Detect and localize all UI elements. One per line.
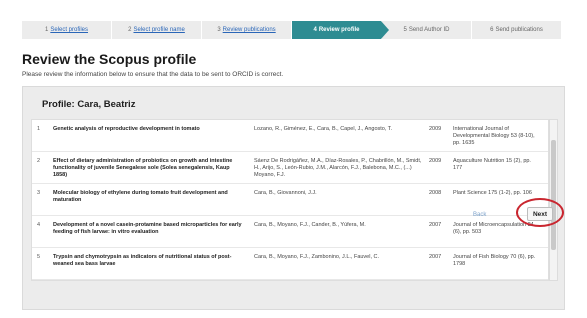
publication-index: 3 [37,190,41,196]
page-title: Review the Scopus profile [22,51,197,67]
panel-header: Profile: Cara, Beatriz [23,87,564,119]
publication-journal: Journal of Fish Biology 70 (6), pp. 1798 [453,254,536,267]
step-label: Review profile [318,27,360,33]
publication-index: 5 [37,254,41,260]
profile-heading: Profile: Cara, Beatriz [42,99,136,110]
step-label: Send publications [495,27,543,33]
step-link[interactable]: Review publications [223,27,276,33]
publication-journal: Plant Science 175 (1-2), pp. 106 [453,190,532,196]
publication-authors: Lozano, R., Giménez, E., Cara, B., Capel… [254,126,393,132]
next-button[interactable]: Next [527,207,553,221]
publication-journal: International Journal of Developmental B… [453,126,535,146]
page-subtitle: Please review the information below to e… [22,71,284,78]
step-select-profile-name[interactable]: 2 Select profile name [112,21,202,39]
step-number: 2 [128,27,132,33]
publication-index: 2 [37,158,41,164]
publication-row: 2 Effect of dietary administration of pr… [32,152,548,184]
publication-index: 1 [37,126,41,132]
publication-year: 2009 [429,126,442,132]
step-link[interactable]: Select profiles [50,27,88,33]
step-number: 4 [313,27,317,33]
step-review-publications[interactable]: 3 Review publications [202,21,292,39]
publication-authors: Cara, B., Moyano, F.J., Zambonino, J.L.,… [254,254,380,260]
step-number: 6 [490,27,494,33]
publication-list-scrollbar[interactable] [549,119,558,281]
publication-row: 5 Trypsin and chymotrypsin as indicators… [32,248,548,280]
publication-journal: Journal of Microencapsulation 24 (6), pp… [453,222,534,235]
step-review-profile: 4 Review profile [292,21,389,39]
publication-list: 1 Genetic analysis of reproductive devel… [31,119,549,281]
publication-journal: Aquaculture Nutrition 15 (2), pp. 177 [453,158,531,171]
step-label: Send Author ID [408,27,450,33]
step-number: 5 [403,27,407,33]
publication-year: 2009 [429,158,442,164]
step-send-publications: 6 Send publications [472,21,562,39]
publication-title: Genetic analysis of reproductive develop… [53,126,200,132]
publication-authors: Sáenz De Rodrigáñez, M.A., Díaz-Rosales,… [254,158,422,178]
wizard-steps: 1 Select profiles 2 Select profile name … [22,21,562,39]
back-link[interactable]: Back [473,212,486,218]
publication-authors: Cara, B., Moyano, F.J., Cander, B., Yúfe… [254,222,366,228]
step-send-author-id: 5 Send Author ID [382,21,472,39]
publication-year: 2007 [429,254,442,260]
publication-row: 3 Molecular biology of ethylene during t… [32,184,548,216]
publication-year: 2008 [429,190,442,196]
publication-authors: Cara, B., Giovannoni, J.J. [254,190,317,196]
publication-row: 1 Genetic analysis of reproductive devel… [32,120,548,152]
publication-row: 4 Development of a novel casein-protamin… [32,216,548,248]
publication-title: Effect of dietary administration of prob… [53,158,233,178]
publication-title: Development of a novel casein-protamine … [53,222,242,235]
scrollbar-thumb[interactable] [551,140,556,250]
step-link[interactable]: Select profile name [133,27,184,33]
step-number: 1 [44,27,49,33]
step-number: 3 [217,27,221,33]
publication-title: Molecular biology of ethylene during tom… [53,190,228,203]
profile-panel: Profile: Cara, Beatriz 1 Genetic analysi… [22,86,565,310]
publication-index: 4 [37,222,41,228]
publication-title: Trypsin and chymotrypsin as indicators o… [53,254,232,267]
publication-year: 2007 [429,222,442,228]
step-select-profiles[interactable]: 1 Select profiles [22,21,112,39]
